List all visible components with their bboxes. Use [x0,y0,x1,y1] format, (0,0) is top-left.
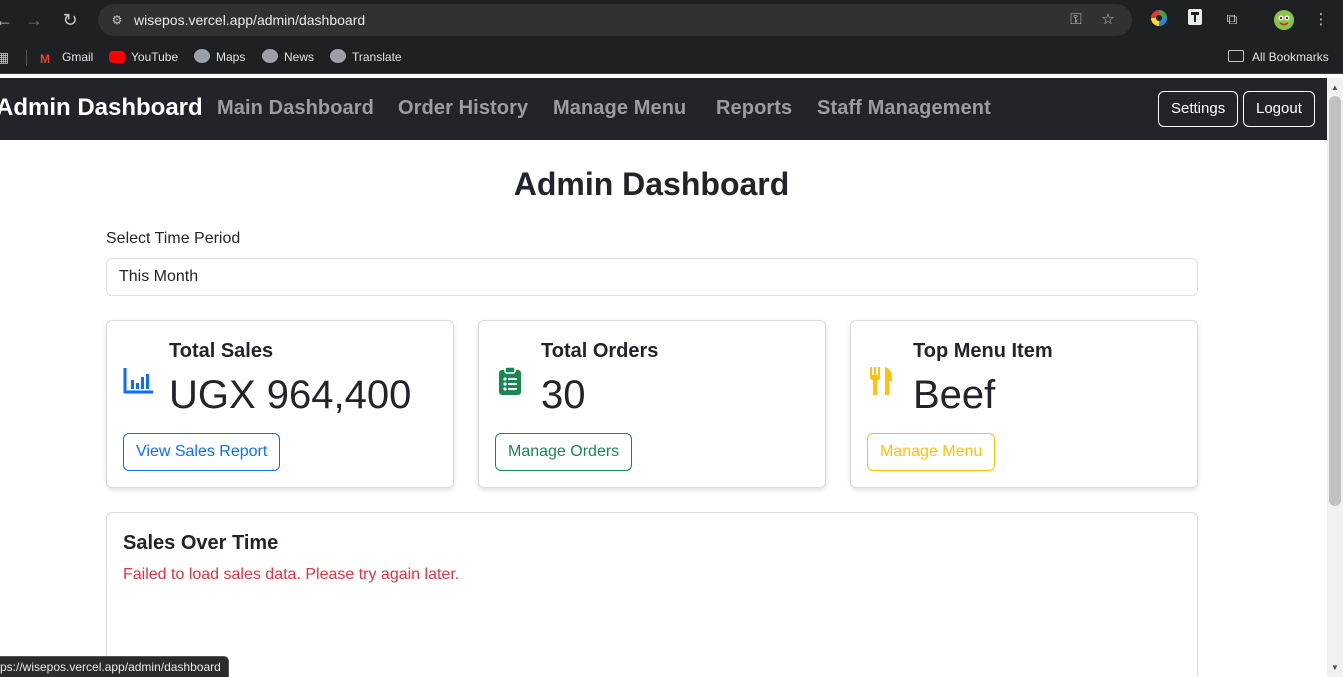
bookmark-label: Translate [352,50,402,64]
gmail-icon: M [40,52,50,66]
card-value: UGX 964,400 [169,373,412,417]
address-url[interactable]: wisepos.vercel.app/admin/dashboard [134,4,365,36]
view-sales-report-button[interactable]: View Sales Report [123,433,281,471]
reload-icon[interactable]: ↻ [58,8,82,32]
manage-orders-button[interactable]: Manage Orders [495,433,633,471]
card-title: Top Menu Item [913,340,1053,362]
reader-extension-icon[interactable] [1184,9,1206,31]
bookmark-label: YouTube [131,50,179,64]
nav-manage-menu[interactable]: Manage Menu [553,97,686,120]
color-wheel-extension-icon[interactable] [1148,9,1170,31]
bookmark-label: Maps [216,50,246,64]
bookmarks-bar: ▦ M Gmail YouTube Maps News Translate All… [0,40,1343,74]
browser-toolbar: ← → ↻ ⚙ wisepos.vercel.app/admin/dashboa… [0,0,1343,40]
all-bookmarks[interactable]: All Bookmarks [1228,49,1329,65]
bookmark-gmail[interactable]: M Gmail [40,49,94,66]
bookmark-label: Gmail [62,50,94,64]
logout-button[interactable]: Logout [1243,91,1315,127]
top-menu-item-card: Top Menu Item Beef Manage Menu [850,320,1198,488]
globe-icon [262,49,278,63]
back-icon[interactable]: ← [0,8,16,32]
bar-chart-icon [123,365,155,397]
manage-menu-button[interactable]: Manage Menu [867,433,996,471]
scroll-down-icon[interactable]: ▼ [1331,664,1339,672]
site-info-icon[interactable]: ⚙ [108,11,126,29]
total-sales-card: Total Sales UGX 964,400 View Sales Repor… [106,320,454,488]
bookmark-translate[interactable]: Translate [330,49,402,65]
browser-menu-icon[interactable]: ⋮ [1310,9,1332,31]
youtube-icon [109,51,125,63]
card-title: Total Sales [169,340,274,362]
bookmark-label: News [284,50,315,64]
extensions-puzzle-icon[interactable]: ⧉ [1221,9,1243,31]
sales-over-time-panel: Sales Over Time Failed to load sales dat… [106,512,1198,677]
address-bar[interactable]: ⚙ wisepos.vercel.app/admin/dashboard ⚿ ☆ [98,4,1132,36]
all-bookmarks-label: All Bookmarks [1252,50,1329,64]
globe-icon [194,49,210,63]
settings-button[interactable]: Settings [1158,91,1239,127]
nav-staff-management[interactable]: Staff Management [817,97,991,120]
bookmarks-divider [26,50,27,66]
bookmark-star-icon[interactable]: ☆ [1098,10,1118,30]
profile-avatar-icon[interactable] [1273,9,1295,31]
app-navbar: Admin Dashboard Main Dashboard Order His… [0,78,1327,140]
card-value: Beef [913,373,996,417]
clipboard-list-icon [497,365,529,397]
card-value: 30 [541,373,586,417]
bookmark-youtube[interactable]: YouTube [109,49,178,65]
navbar-brand[interactable]: Admin Dashboard [0,94,203,122]
sales-error-message: Failed to load sales data. Please try ag… [123,566,460,583]
scrollbar-thumb[interactable] [1329,96,1341,506]
bookmark-maps[interactable]: Maps [194,49,245,65]
nav-reports[interactable]: Reports [716,97,792,120]
link-status-bar: ps://wisepos.vercel.app/admin/dashboard [0,656,229,677]
page-title: Admin Dashboard [513,166,790,202]
bookmark-news[interactable]: News [262,49,314,65]
nav-main-dashboard[interactable]: Main Dashboard [217,97,374,120]
globe-icon [330,49,346,63]
total-orders-card: Total Orders 30 Manage Orders [478,320,826,488]
forward-icon[interactable]: → [22,8,46,32]
password-key-icon[interactable]: ⚿ [1066,10,1086,30]
sales-panel-title: Sales Over Time [123,532,279,554]
apps-grid-icon[interactable]: ▦ [0,49,9,65]
time-period-label: Select Time Period [106,230,241,247]
time-period-select[interactable]: This Month [106,258,1198,296]
folder-icon [1228,50,1244,62]
nav-order-history[interactable]: Order History [398,97,528,120]
scroll-up-icon[interactable]: ▲ [1331,84,1339,92]
utensils-icon [867,365,899,397]
card-title: Total Orders [541,340,659,362]
